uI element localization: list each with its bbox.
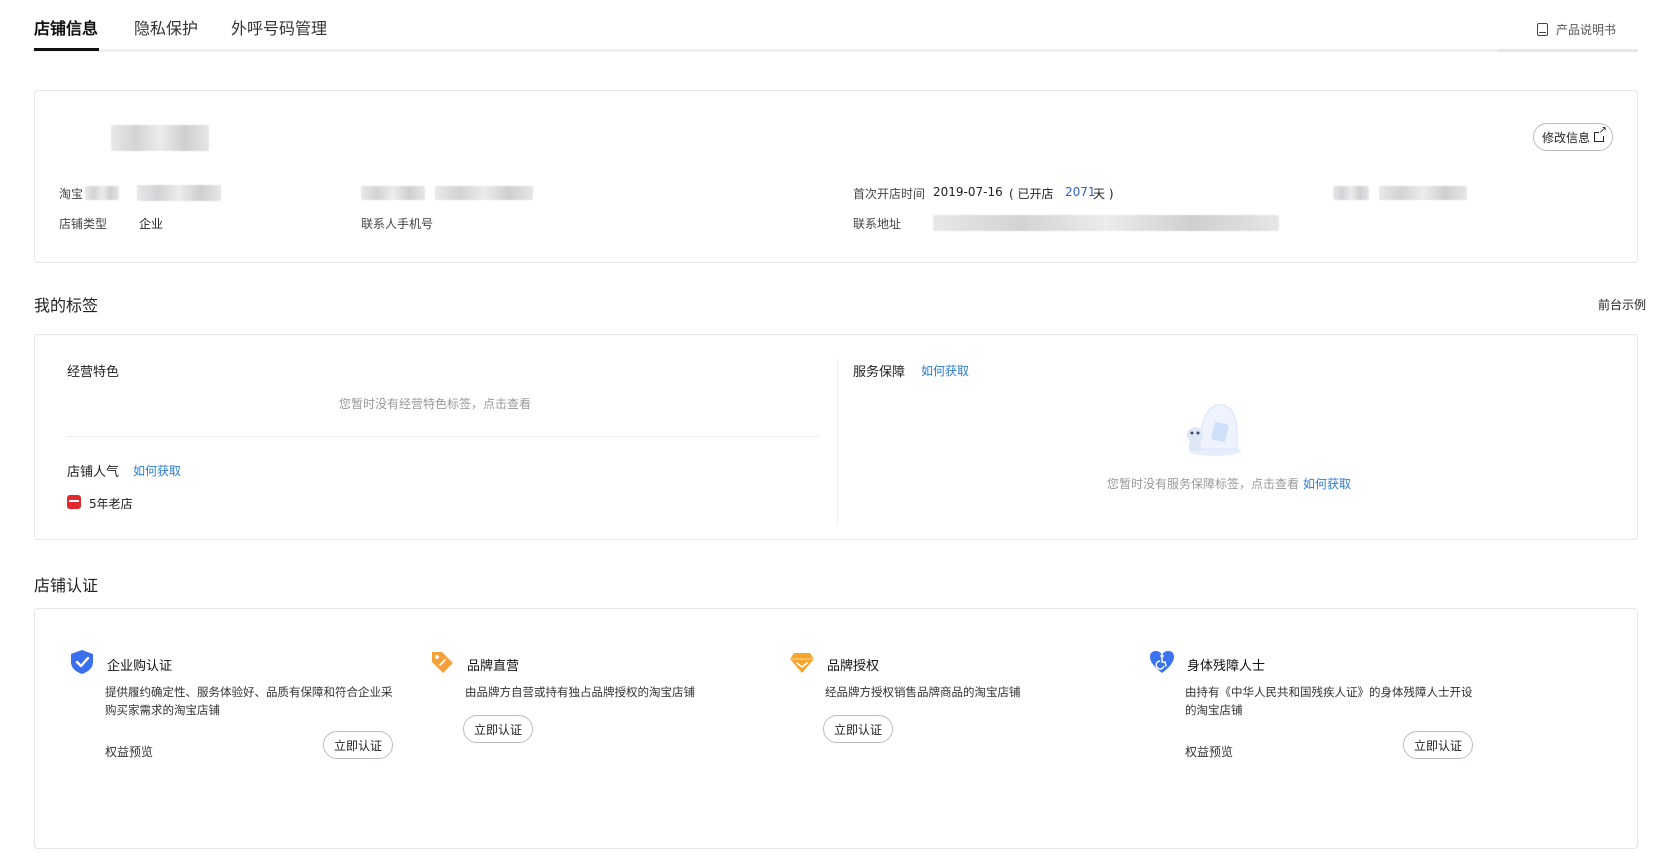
address-redacted — [933, 215, 1279, 231]
certify-now-button[interactable]: 立即认证 — [323, 731, 394, 759]
tab-shop-info[interactable]: 店铺信息 — [34, 18, 98, 50]
tab-track-end — [1498, 49, 1638, 52]
redacted-value — [137, 185, 221, 201]
tag-icon — [432, 652, 453, 673]
redacted-value — [1379, 186, 1467, 200]
cert-desc: 由品牌方自营或持有独占品牌授权的淘宝店铺 — [465, 685, 695, 699]
book-icon — [1536, 23, 1548, 36]
redacted-field — [1333, 186, 1369, 200]
top-tabs: 店铺信息 隐私保护 外呼号码管理 产品说明书 — [34, 18, 1638, 54]
redacted-field — [361, 186, 425, 200]
certify-now-label: 立即认证 — [1414, 738, 1463, 753]
diamond-icon — [790, 653, 814, 673]
benefit-preview-link[interactable]: 权益预览 — [1185, 743, 1233, 760]
tags-section-title: 我的标签 — [34, 296, 99, 315]
business-features-title: 经营特色 — [67, 365, 120, 380]
shield-check-icon — [71, 650, 93, 674]
certify-now-label: 立即认证 — [474, 722, 523, 737]
divider — [67, 436, 819, 437]
certify-now-label: 立即认证 — [334, 738, 383, 753]
column-divider — [837, 359, 838, 525]
frontend-example-link[interactable]: 前台示例 — [1598, 296, 1646, 313]
shop-type-value: 企业 — [139, 217, 164, 231]
certify-now-button[interactable]: 立即认证 — [1403, 731, 1474, 759]
address-label: 联系地址 — [853, 217, 902, 231]
contact-phone-label: 联系人手机号 — [361, 217, 434, 231]
redacted-value — [435, 186, 533, 200]
product-manual-link[interactable]: 产品说明书 — [1536, 21, 1616, 38]
service-title: 服务保障 — [853, 365, 906, 380]
open-days-count: 2071 — [1065, 185, 1096, 199]
cert-section-title: 店铺认证 — [34, 576, 99, 595]
taobao-label: 淘宝 — [59, 187, 84, 201]
business-features-empty[interactable]: 您暂时没有经营特色标签，点击查看 — [339, 395, 531, 412]
open-time-label: 首次开店时间 — [853, 187, 926, 201]
service-how-to-get[interactable]: 如何获取 — [921, 362, 969, 379]
popularity-title: 店铺人气 — [67, 465, 120, 480]
service-empty-text: 您暂时没有服务保障标签，点击查看 — [1107, 477, 1300, 491]
benefit-preview-link[interactable]: 权益预览 — [105, 743, 153, 760]
cert-title: 品牌直营 — [467, 659, 520, 674]
active-tab-underline — [34, 48, 99, 51]
popularity-badge-label: 5年老店 — [89, 497, 133, 511]
open-days-suffix: 天 ) — [1093, 187, 1114, 201]
cert-title: 品牌授权 — [827, 659, 880, 674]
cert-title: 企业购认证 — [107, 659, 173, 674]
cert-desc: 提供履约确定性、服务体验好、品质有保障和符合企业采购买家需求的淘宝店铺 — [105, 685, 393, 717]
shop-info-card: 修改信息 淘宝 店铺类型 企业 联系人手机号 首次开店时间 2019-07-16… — [34, 90, 1638, 263]
certify-now-button[interactable]: 立即认证 — [823, 715, 894, 743]
redacted-field — [85, 186, 119, 200]
external-link-icon — [1594, 126, 1607, 142]
cert-desc: 由持有《中华人民共和国残疾人证》的身体残障人士开设的淘宝店铺 — [1185, 685, 1473, 717]
cert-card: 企业购认证 提供履约确定性、服务体验好、品质有保障和符合企业采购买家需求的淘宝店… — [34, 608, 1638, 849]
popularity-how-to-get[interactable]: 如何获取 — [133, 462, 181, 479]
service-empty-how-to-get[interactable]: 如何获取 — [1303, 475, 1351, 492]
tab-privacy[interactable]: 隐私保护 — [134, 18, 198, 50]
heart-accessibility-icon — [1150, 651, 1174, 673]
empty-state-illustration-icon — [1187, 404, 1241, 456]
shop-name-redacted — [111, 125, 209, 151]
tags-card: 经营特色 您暂时没有经营特色标签，点击查看 店铺人气 如何获取 5年老店 服务保… — [34, 334, 1638, 540]
cert-desc: 经品牌方授权销售品牌商品的淘宝店铺 — [825, 685, 1021, 699]
tab-outbound-numbers[interactable]: 外呼号码管理 — [231, 18, 327, 50]
edit-info-button[interactable]: 修改信息 — [1533, 123, 1613, 151]
certify-now-label: 立即认证 — [834, 722, 883, 737]
product-manual-label: 产品说明书 — [1555, 23, 1616, 37]
edit-info-label: 修改信息 — [1541, 130, 1590, 145]
open-date: 2019-07-16 — [933, 185, 1003, 199]
certify-now-button[interactable]: 立即认证 — [463, 715, 534, 743]
open-days-prefix: ( 已开店 — [1009, 187, 1054, 201]
shop-badge-icon — [67, 495, 81, 509]
shop-type-label: 店铺类型 — [59, 217, 108, 231]
cert-title: 身体残障人士 — [1187, 659, 1266, 674]
